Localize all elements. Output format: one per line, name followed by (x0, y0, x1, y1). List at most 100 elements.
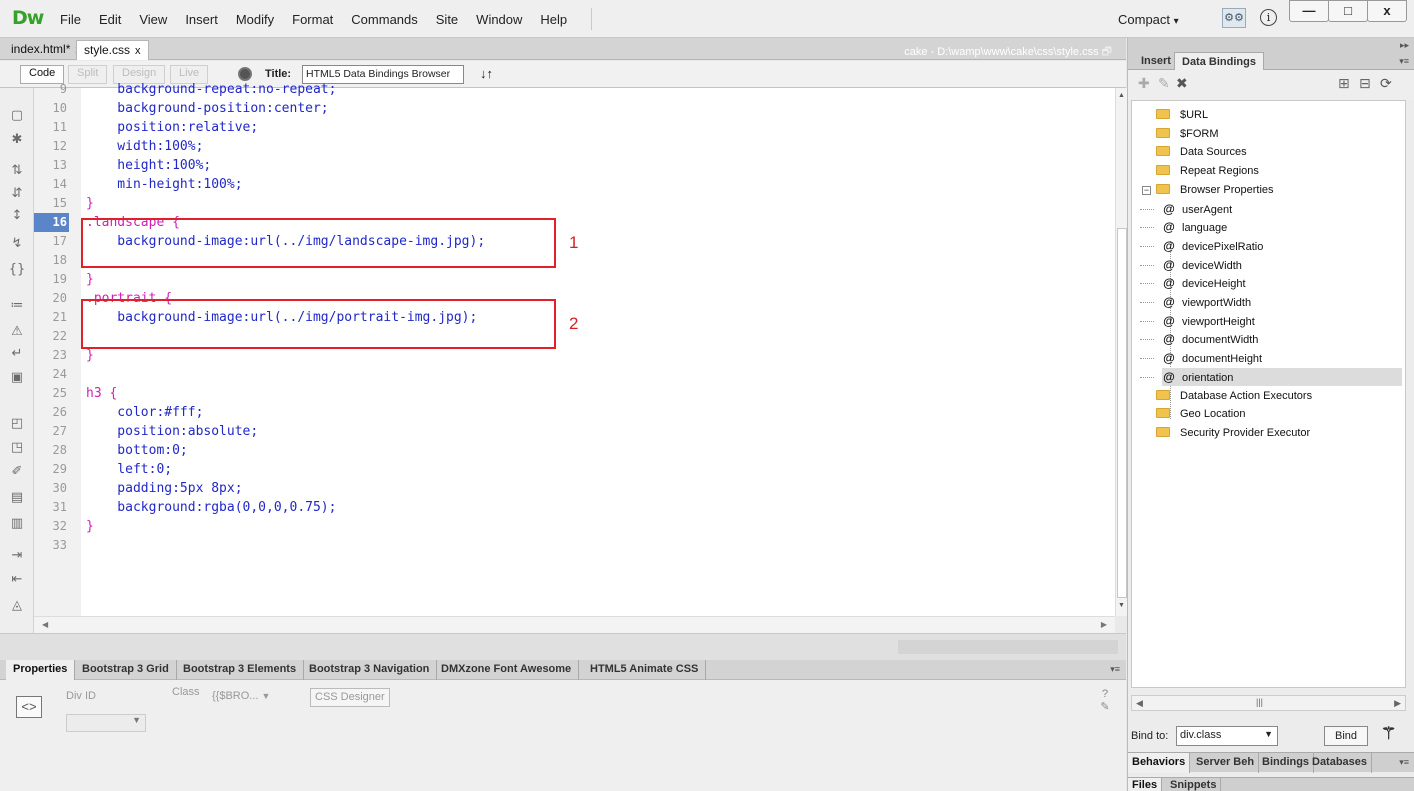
help-icon[interactable]: ? ✎ (1098, 688, 1112, 714)
tree-item[interactable]: $URL (1156, 106, 1402, 124)
code-line[interactable]: 29 left:0; (34, 460, 1115, 479)
bind-button[interactable]: Bind (1324, 726, 1368, 746)
code-line[interactable]: 11 position:relative; (34, 118, 1115, 137)
code-line[interactable]: 26 color:#fff; (34, 403, 1115, 422)
syntax-braces-icon[interactable]: {} (8, 262, 26, 278)
collapse-node-icon[interactable]: − (1142, 186, 1151, 195)
syntax-error-icon[interactable]: ▣ (8, 370, 26, 386)
delete-binding-icon[interactable]: ✖ (1176, 76, 1188, 92)
tree-item[interactable]: @ documentWidth (1140, 330, 1402, 348)
tab-databases[interactable]: Databases (1308, 753, 1373, 773)
restore-window-icon[interactable]: 🗗 (1102, 46, 1112, 58)
magic-wand-icon[interactable]: ⚚ (1381, 724, 1396, 744)
collapse-all-icon[interactable]: ⊟ (1359, 76, 1371, 92)
code-line[interactable]: 28 bottom:0; (34, 441, 1115, 460)
code-line[interactable]: 14 min-height:100%; (34, 175, 1115, 194)
collapse-selection-icon[interactable]: ⇅ (8, 163, 26, 179)
workspace-switcher[interactable]: Compact ▾ (1118, 12, 1179, 27)
collapse-panel-icon[interactable]: ▸▸ (1400, 40, 1409, 51)
menu-commands[interactable]: Commands (351, 12, 417, 27)
tree-item[interactable]: @ viewportHeight (1140, 312, 1402, 330)
code-line[interactable]: 33 (34, 536, 1115, 555)
open-documents-icon[interactable]: ▢ (8, 108, 26, 124)
scroll-up-icon[interactable]: ▲ (1118, 92, 1125, 99)
class-select[interactable]: {{$BRO... ▼ (208, 688, 302, 707)
code-line[interactable]: 12 width:100%; (34, 137, 1115, 156)
panel-menu-icon[interactable]: ▾≡ (1399, 757, 1409, 768)
tree-item[interactable]: Data Sources (1156, 143, 1402, 161)
add-binding-icon[interactable]: ✚ (1138, 76, 1150, 92)
scroll-right-icon[interactable]: ▶ (1394, 698, 1401, 709)
editor-vertical-scrollbar[interactable]: ▲ ▼ (1115, 88, 1127, 616)
tab-bootstrap-elements[interactable]: Bootstrap 3 Elements (176, 660, 305, 680)
code-line[interactable]: 15} (34, 194, 1115, 213)
tab-snippets[interactable]: Snippets (1166, 778, 1222, 791)
panel-menu-icon[interactable]: ▾≡ (1399, 56, 1409, 67)
code-line[interactable]: 24 (34, 365, 1115, 384)
outdent-code-icon[interactable]: ⇤ (8, 572, 26, 588)
code-line[interactable]: 25 h3 { (34, 384, 1115, 403)
tab-bootstrap-grid[interactable]: Bootstrap 3 Grid (75, 660, 177, 680)
menu-site[interactable]: Site (436, 12, 458, 27)
maximize-button[interactable]: □ (1328, 0, 1368, 22)
word-wrap-icon[interactable]: ↵ (8, 346, 26, 362)
code-line[interactable]: 27 position:absolute; (34, 422, 1115, 441)
bind-to-select[interactable]: div.class ▼ (1176, 726, 1278, 746)
tab-bootstrap-navigation[interactable]: Bootstrap 3 Navigation (302, 660, 438, 680)
scroll-left-icon[interactable]: ◀ (1136, 698, 1143, 709)
tab-data-bindings[interactable]: Data Bindings (1174, 52, 1264, 70)
tab-behaviors[interactable]: Behaviors (1128, 753, 1191, 773)
code-line[interactable]: 30 padding:5px 8px; (34, 479, 1115, 498)
tree-item[interactable]: @ documentHeight (1140, 349, 1402, 367)
code-line[interactable]: 10 background-position:center; (34, 99, 1115, 118)
editor-horizontal-scrollbar[interactable]: ◀ ▶ (34, 616, 1115, 633)
tab-style-css[interactable]: style.css x (76, 40, 149, 60)
info-icon[interactable]: i (1260, 9, 1277, 26)
tree-item[interactable]: @ language (1140, 218, 1402, 236)
indent-code-icon[interactable]: ⇥ (8, 548, 26, 564)
tab-bindings[interactable]: Bindings (1258, 753, 1315, 773)
recent-snippets-icon[interactable]: ▤ (8, 490, 26, 506)
tab-html5-animate-css[interactable]: HTML5 Animate CSS (583, 660, 707, 680)
preview-browser-icon[interactable] (238, 67, 252, 81)
menu-file[interactable]: File (60, 12, 81, 27)
highlight-invalid-icon[interactable]: ⚠ (8, 324, 26, 340)
menu-modify[interactable]: Modify (236, 12, 274, 27)
move-css-icon[interactable]: ▥ (8, 516, 26, 532)
scroll-left-icon[interactable]: ◀ (42, 620, 48, 629)
menu-format[interactable]: Format (292, 12, 333, 27)
tree-item[interactable]: Database Action Executors (1156, 387, 1402, 405)
code-line[interactable]: 32} (34, 517, 1115, 536)
wrap-tag-icon[interactable]: ✐ (8, 464, 26, 480)
select-parent-tag-icon[interactable]: ↕ (8, 208, 26, 224)
code-line[interactable]: 9 background-repeat:no-repeat; (34, 80, 1115, 99)
scroll-right-icon[interactable]: ▶ (1101, 620, 1107, 629)
tab-dmxzone-font-awesome[interactable]: DMXzone Font Awesome (434, 660, 580, 680)
remove-comment-icon[interactable]: ◳ (8, 440, 26, 456)
tree-item[interactable]: @ viewportWidth (1140, 293, 1402, 311)
tree-item[interactable]: @ orientation (1140, 367, 1402, 386)
line-numbers-icon[interactable]: ≔ (8, 298, 26, 314)
menu-window[interactable]: Window (476, 12, 522, 27)
css-designer-button[interactable]: CSS Designer (310, 688, 390, 707)
tab-properties[interactable]: Properties (6, 660, 76, 680)
tree-item[interactable]: Repeat Regions (1156, 162, 1402, 180)
refresh-icon[interactable]: ⟳ (1380, 76, 1392, 92)
tree-item[interactable]: $FORM (1156, 125, 1402, 143)
div-id-select[interactable]: ▼ (66, 714, 146, 732)
tree-horizontal-scrollbar[interactable]: ◀ ||| ▶ (1131, 695, 1406, 711)
menu-help[interactable]: Help (540, 12, 567, 27)
tree-item[interactable]: @ deviceWidth (1140, 256, 1402, 274)
scroll-down-icon[interactable]: ▼ (1118, 602, 1125, 609)
format-source-icon[interactable]: ◬ (8, 598, 26, 614)
tab-server-behaviors[interactable]: Server Beh (1192, 753, 1260, 773)
code-line[interactable]: 31 background:rgba(0,0,0,0.75); (34, 498, 1115, 517)
close-button[interactable]: x (1367, 0, 1407, 22)
scroll-grip[interactable]: ||| (1256, 697, 1263, 707)
tree-item[interactable]: @ deviceHeight (1140, 274, 1402, 292)
panel-menu-icon[interactable]: ▾≡ (1110, 664, 1120, 675)
expand-all-icon[interactable]: ⊞ (1338, 76, 1350, 92)
sync-settings-icon[interactable]: ⚙⚙ (1222, 8, 1246, 28)
edit-binding-icon[interactable]: ✎ (1158, 76, 1170, 92)
file-management-icon[interactable]: ↓↑ (480, 66, 493, 81)
